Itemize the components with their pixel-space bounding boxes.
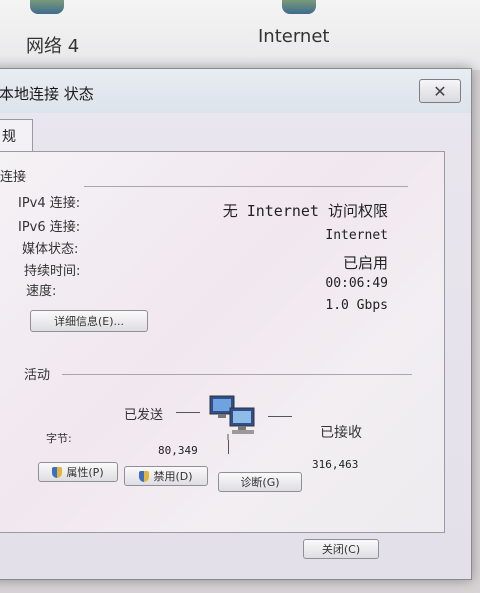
ipv4-value: 无 Internet 访问权限 [222,202,388,220]
speed-value: 1.0 Gbps [325,298,388,313]
activity-group-label: 活动 [24,368,51,383]
received-line [268,416,292,417]
ipv6-label: IPv6 连接: [18,220,81,235]
connector-line [228,440,229,454]
properties-button[interactable]: 属性(P) [38,462,118,482]
background-network-window: 网络 4 Internet [0,0,480,70]
network-access-label: Internet [258,26,330,47]
media-state-value: 已启用 [342,254,388,272]
duration-value: 00:06:49 [325,276,388,291]
media-state-label: 媒体状态: [22,242,79,257]
received-label: 已接收 [320,425,362,441]
sent-line [176,412,200,413]
connection-group-divider [84,186,408,187]
close-icon: ✕ [433,81,447,101]
activity-group-divider [62,374,412,375]
network-computers-icon [209,395,255,440]
connection-group-label: 连接 [0,170,27,185]
properties-button-label: 属性(P) [66,466,104,479]
shield-icon [139,470,150,482]
bytes-label: 字节: [46,432,72,445]
close-button[interactable]: 关闭(C) [303,539,379,559]
tab-general[interactable]: 规 [0,119,33,151]
ipv6-value: Internet [325,228,388,243]
sent-label: 已发送 [124,408,164,423]
network-icon [30,0,64,14]
general-panel: 连接 IPv4 连接: 无 Internet 访问权限 IPv6 连接: Int… [0,151,445,533]
bytes-received-value: 316,463 [312,458,359,471]
details-button[interactable]: 详细信息(E)... [30,310,148,332]
disable-button[interactable]: 禁用(D) [124,466,208,486]
bytes-sent-value: 80,349 [158,444,198,457]
speed-label: 速度: [26,284,57,299]
disable-button-label: 禁用(D) [153,470,193,483]
dialog-title: 本地连接 状态 [0,85,94,103]
ipv4-label: IPv4 连接: [18,196,81,211]
shield-icon [52,466,63,478]
close-window-button[interactable]: ✕ [419,79,461,103]
globe-icon [282,0,316,14]
duration-label: 持续时间: [24,264,81,279]
network-name[interactable]: 网络 4 [26,32,79,58]
title-bar: 本地连接 状态 ✕ [0,69,471,113]
connection-status-dialog: 本地连接 状态 ✕ 规 连接 IPv4 连接: 无 Internet 访问权限 … [0,68,472,580]
diagnose-button[interactable]: 诊断(G) [218,472,302,492]
